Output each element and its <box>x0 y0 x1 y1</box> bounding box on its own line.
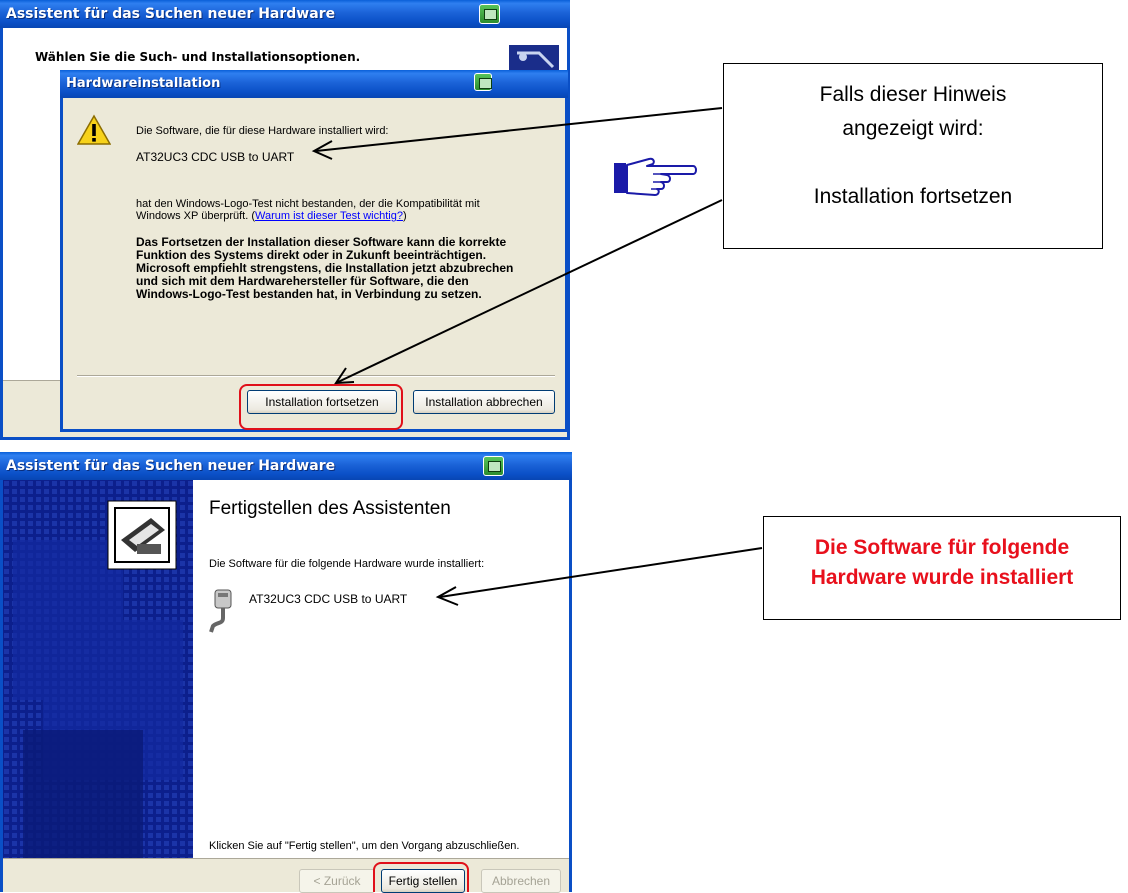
dialog-device-name: AT32UC3 CDC USB to UART <box>136 150 295 164</box>
callout-line: Installation fortsetzen <box>813 185 1013 208</box>
cancel-button[interactable]: Abbrechen <box>481 869 561 893</box>
wizard2-installed-text: Die Software für die folgende Hardware w… <box>209 558 485 570</box>
wizard2-device-name: AT32UC3 CDC USB to UART <box>249 592 408 606</box>
wizard2-finish-hint: Klicken Sie auf "Fertig stellen", um den… <box>209 840 520 852</box>
dialog-divider <box>77 375 555 377</box>
callout-installed: Die Software für folgende Hardware wurde… <box>763 516 1121 620</box>
dialog-title: Hardwareinstallation <box>66 76 221 91</box>
dialog-compat-line2-end: ) <box>402 210 407 222</box>
wizard-title: Assistent für das Suchen neuer Hardware <box>6 6 336 22</box>
callout2-line: Die Software für folgende <box>814 536 1070 559</box>
dialog-line1: Die Software, die für diese Hardware ins… <box>136 125 389 137</box>
callout-line: angezeigt wird: <box>842 117 984 140</box>
back-button[interactable]: < Zurück <box>299 869 375 893</box>
serial-cable-icon <box>209 589 232 633</box>
wizard2-help-icon[interactable] <box>483 456 504 476</box>
wizard-subtitle: Wählen Sie die Such- und Installationsop… <box>35 50 361 64</box>
warning-icon <box>77 114 111 145</box>
dialog-help-icon[interactable] <box>474 73 492 91</box>
dialog-warning-text: Das Fortsetzen der Installation dieser S… <box>136 236 566 301</box>
cancel-installation-button[interactable]: Installation abbrechen <box>413 390 555 414</box>
why-test-important-link[interactable]: Warum ist dieser Test wichtig? <box>255 210 403 222</box>
pointing-hand-icon <box>614 157 697 196</box>
dialog-compat-line2: Windows XP überprüft. (Warum ist dieser … <box>136 210 556 222</box>
wizard-window-finish: Assistent für das Suchen neuer Hardware <box>0 452 572 893</box>
wizard2-heading: Fertigstellen des Assistenten <box>209 498 451 519</box>
hardware-installation-dialog: Hardwareinstallation Die Software, die f… <box>60 70 568 432</box>
highlight-continue-button <box>239 384 403 430</box>
callout-line: Falls dieser Hinweis <box>819 83 1007 106</box>
wizard2-title: Assistent für das Suchen neuer Hardware <box>6 458 336 474</box>
wizard2-footer-divider <box>3 858 569 859</box>
highlight-finish-button <box>373 862 469 892</box>
warning-line: Windows-Logo-Test bestanden hat, in Verb… <box>136 287 482 301</box>
dialog-compat-line2-text: Windows XP überprüft. ( <box>136 210 256 222</box>
callout-continue-hint: Falls dieser Hinweis angezeigt wird: Ins… <box>723 63 1103 249</box>
hardware-wizard-icon <box>107 500 177 570</box>
dialog-compat-line1: hat den Windows-Logo-Test nicht bestande… <box>136 198 480 210</box>
wizard-side-panel <box>3 480 193 858</box>
callout-line <box>724 146 1102 180</box>
help-icon[interactable] <box>479 4 500 24</box>
dialog-compat-text: hat den Windows-Logo-Test nicht bestande… <box>136 198 556 222</box>
callout2-line: Hardware wurde installiert <box>810 566 1074 589</box>
wizard2-content: Fertigstellen des Assistenten Die Softwa… <box>193 480 569 858</box>
